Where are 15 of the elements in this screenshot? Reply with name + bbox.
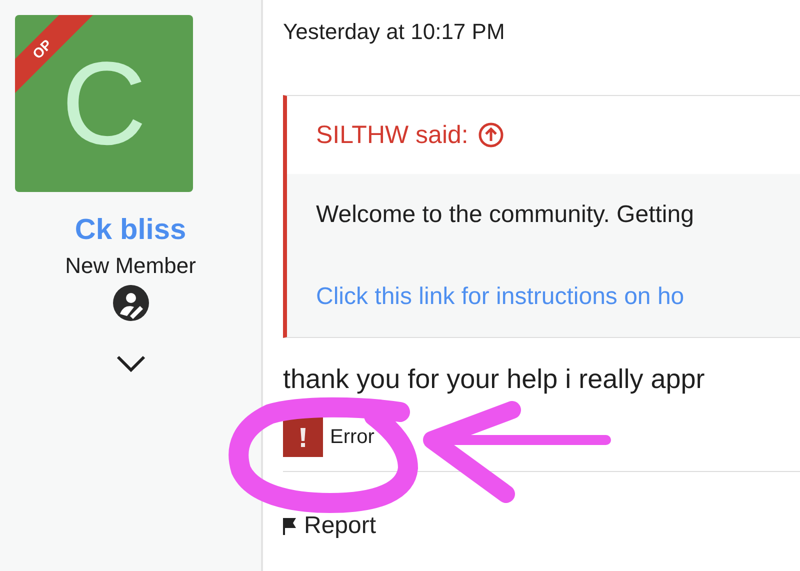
user-avatar[interactable]: C OP	[15, 15, 193, 192]
username-link[interactable]: Ck bliss	[74, 214, 186, 247]
post-text: thank you for your help i really appr	[283, 364, 706, 395]
chevron-down-icon[interactable]	[116, 355, 146, 373]
flag-icon	[283, 518, 296, 534]
error-image-icon	[283, 417, 323, 457]
member-badge-icon	[112, 285, 148, 321]
user-rank: New Member	[65, 253, 196, 279]
report-link[interactable]: Report	[283, 512, 376, 540]
quote-text: Welcome to the community. Getting	[316, 201, 695, 229]
attachment-label: Error	[330, 426, 374, 448]
arrow-up-circle-icon[interactable]	[478, 122, 504, 148]
quote-author: SILTHW said:	[316, 120, 468, 150]
instructions-link[interactable]: Click this link for instructions on ho	[316, 283, 800, 311]
post-timestamp[interactable]: Yesterday at 10:17 PM	[283, 19, 800, 45]
